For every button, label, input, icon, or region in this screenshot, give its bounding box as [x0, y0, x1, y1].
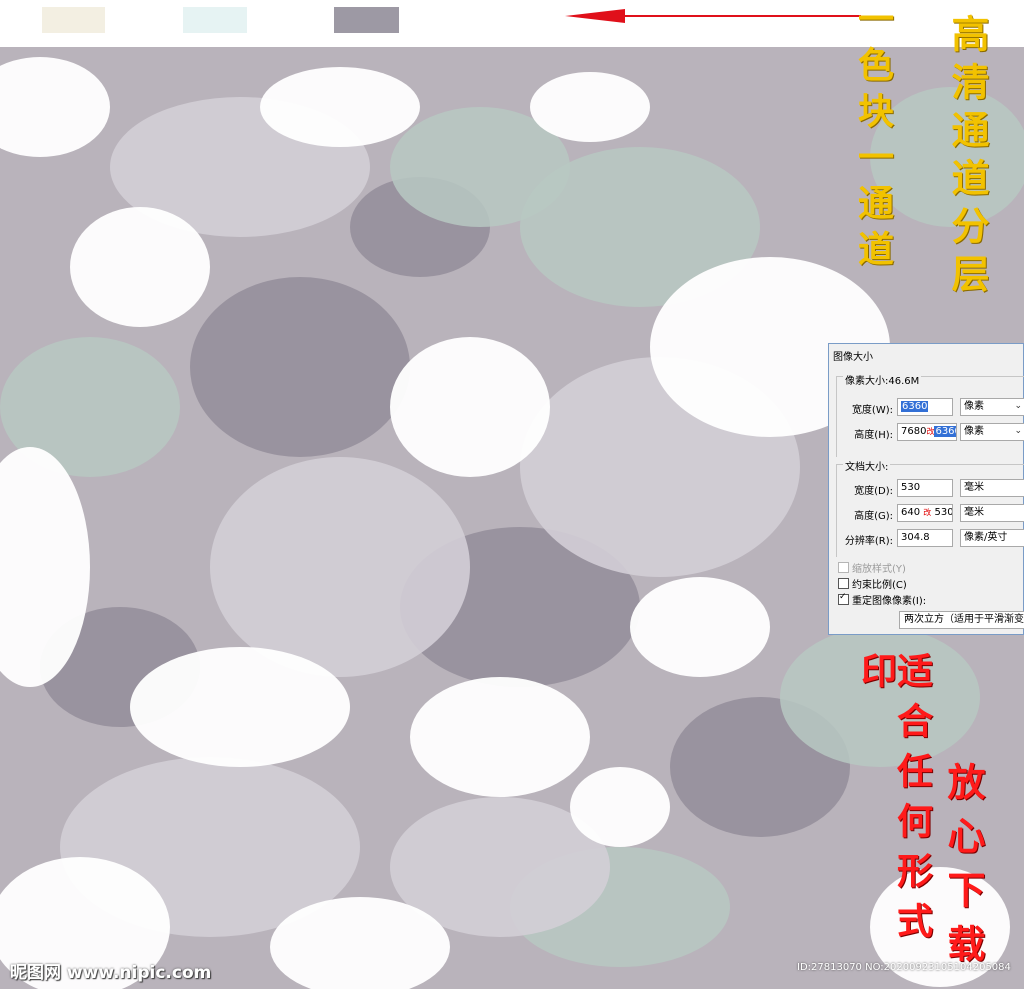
doc-height-new-value: 530 [934, 507, 953, 518]
swatch-pale-cyan [183, 7, 247, 33]
constrain-proportions-checkbox[interactable]: 约束比例(C) [838, 576, 907, 591]
resample-label: 重定图像像素(I): [852, 596, 927, 607]
doc-height-unit-select[interactable]: 毫米 [960, 504, 1024, 522]
watermark-site: 昵图网 www.nipic.com [10, 963, 212, 983]
arrow-left-icon [565, 9, 861, 23]
resample-method-value: 两次立方（适用于平滑渐变 [904, 614, 1024, 625]
height-unit-value: 像素 [964, 426, 984, 437]
scale-styles-label: 缩放样式(Y) [852, 564, 906, 575]
height-input[interactable]: 7680改6360 [897, 423, 957, 441]
chevron-down-icon: ⌄ [1014, 401, 1022, 411]
doc-width-unit-select[interactable]: 毫米 [960, 479, 1024, 497]
document-size-label: 文档大小: [843, 458, 891, 473]
doc-width-unit-value: 毫米 [964, 482, 984, 493]
caption-suitable-any-print: 适合任何形式印 [855, 652, 933, 952]
scale-styles-checkbox[interactable]: 缩放样式(Y) [838, 560, 906, 575]
resolution-label: 分辨率(R): [844, 536, 893, 547]
caption-one-color-one-channel: 一色块一通道 [852, 0, 894, 276]
swatch-cream [42, 7, 105, 33]
checkbox-box [838, 562, 849, 573]
height-new-value: 6360 [934, 426, 956, 437]
resample-method-select[interactable]: 两次立方（适用于平滑渐变 [899, 611, 1024, 629]
resolution-unit-value: 像素/英寸 [964, 532, 1008, 543]
height-unit-select[interactable]: 像素 ⌄ [960, 423, 1024, 441]
doc-height-input[interactable]: 640 改 530 [897, 504, 953, 522]
width-value: 6360 [901, 401, 929, 412]
watermark-id: ID:27813070 NO:20200923105104205084 [797, 962, 1011, 973]
width-unit-select[interactable]: 像素 ⌄ [960, 398, 1024, 416]
resolution-value: 304.8 [901, 532, 930, 543]
doc-height-label: 高度(G): [854, 511, 893, 522]
chevron-down-icon: ⌄ [1014, 426, 1022, 436]
width-label: 宽度(W): [851, 405, 893, 416]
doc-height-old-value: 640 [901, 507, 921, 518]
width-unit-value: 像素 [964, 401, 984, 412]
image-size-dialog: 图像大小 像素大小:46.6M 宽度(W): 6360 像素 ⌄ 高度(H): … [828, 343, 1024, 635]
constrain-label: 约束比例(C) [852, 580, 907, 591]
swatch-grey-violet [334, 7, 399, 33]
resolution-input[interactable]: 304.8 [897, 529, 953, 547]
doc-width-label: 宽度(D): [854, 486, 893, 497]
checkbox-box [838, 578, 849, 589]
height-label: 高度(H): [854, 430, 893, 441]
dialog-title: 图像大小 [833, 352, 873, 363]
height-old-value: 7680 [901, 426, 927, 437]
width-input[interactable]: 6360 [897, 398, 953, 416]
pixel-dimensions-group [836, 376, 1024, 457]
doc-width-input[interactable]: 530 [897, 479, 953, 497]
resample-image-checkbox[interactable]: 重定图像像素(I): [838, 592, 926, 607]
resolution-unit-select[interactable]: 像素/英寸 [960, 529, 1024, 547]
caption-hd-channel-layers: 高清通道分层 [945, 14, 990, 302]
pixel-size-label: 像素大小:46.6M [843, 372, 922, 387]
checkbox-checked-icon [838, 592, 849, 605]
doc-height-unit-value: 毫米 [964, 507, 984, 518]
doc-width-value: 530 [901, 482, 921, 493]
caption-download-confidently: 放心下载 [941, 762, 986, 978]
change-mark: 改 [923, 508, 932, 517]
